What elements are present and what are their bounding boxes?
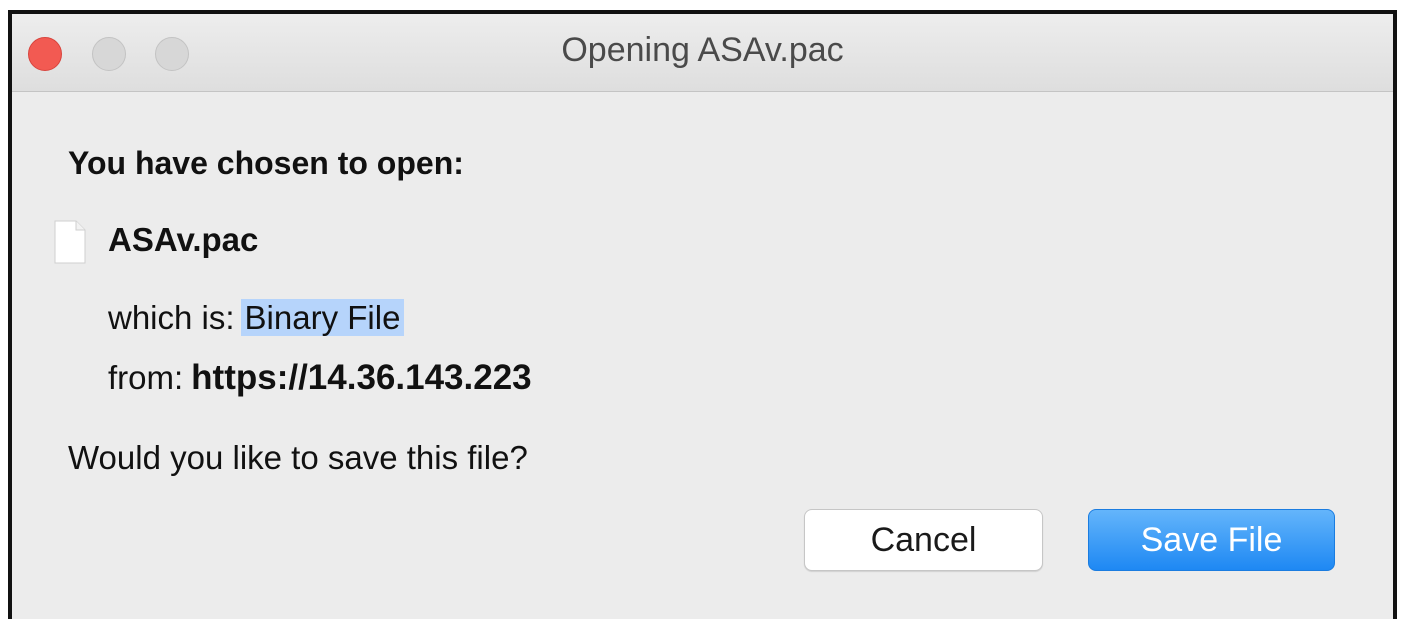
file-type-value[interactable]: Binary File	[240, 299, 405, 336]
file-source-value: https://14.36.143.223	[191, 358, 532, 397]
dialog-content: You have chosen to open: ASAv.pac which …	[12, 92, 1393, 619]
file-name: ASAv.pac	[108, 221, 259, 258]
cancel-button[interactable]: Cancel	[804, 509, 1043, 571]
file-source-row: from: https://14.36.143.223	[108, 358, 532, 398]
dialog-window: Opening ASAv.pac You have chosen to open…	[8, 10, 1397, 619]
dialog-heading: You have chosen to open:	[68, 145, 464, 181]
file-source-label: from:	[108, 359, 184, 396]
file-type-label: which is:	[108, 299, 235, 336]
title-bar[interactable]: Opening ASAv.pac	[12, 14, 1393, 92]
document-icon	[54, 220, 86, 264]
file-type-row: which is: Binary File	[108, 299, 405, 337]
save-question: Would you like to save this file?	[68, 439, 528, 476]
window-title: Opening ASAv.pac	[561, 31, 844, 69]
save-file-button[interactable]: Save File	[1088, 509, 1335, 571]
